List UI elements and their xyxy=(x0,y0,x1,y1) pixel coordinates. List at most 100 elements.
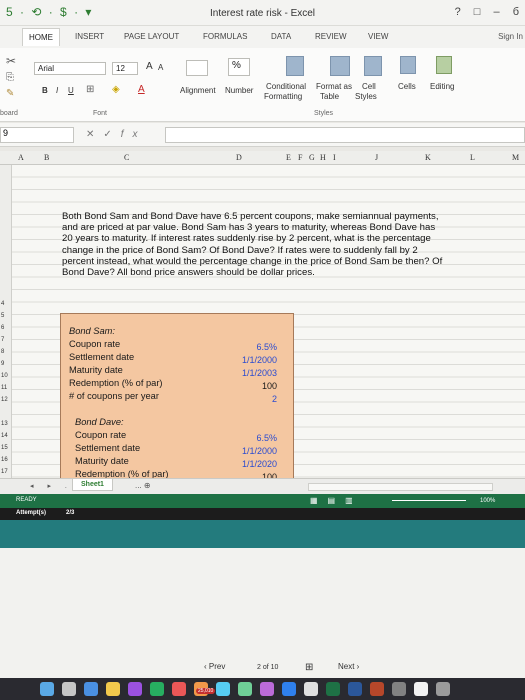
safari-icon[interactable] xyxy=(84,682,98,696)
app-icon[interactable] xyxy=(414,682,428,696)
shrink-font-button[interactable]: A xyxy=(158,63,163,72)
font-name-select[interactable]: Arial xyxy=(34,62,106,75)
column-header[interactable]: H xyxy=(320,153,326,162)
tab-insert[interactable]: INSERT xyxy=(75,32,104,41)
app-icon[interactable] xyxy=(216,682,230,696)
row-header[interactable]: 8 xyxy=(1,349,4,355)
app-icon[interactable] xyxy=(304,682,318,696)
sign-in-link[interactable]: Sign In xyxy=(498,32,523,41)
column-header[interactable]: F xyxy=(298,153,302,162)
dave-settlement-value[interactable]: 1/1/2000 xyxy=(207,446,277,456)
app-icon[interactable] xyxy=(128,682,142,696)
fill-color-icon[interactable]: ◈ xyxy=(112,84,120,95)
italic-button[interactable]: I xyxy=(56,86,58,95)
column-header[interactable]: K xyxy=(425,153,431,162)
tab-view[interactable]: VIEW xyxy=(368,32,388,41)
messages-icon[interactable] xyxy=(150,682,164,696)
row-header[interactable]: 15 xyxy=(1,445,8,451)
tab-data[interactable]: DATA xyxy=(271,32,291,41)
column-header[interactable]: I xyxy=(333,153,336,162)
zoom-slider[interactable] xyxy=(392,500,466,501)
copy-icon[interactable]: ⎘ xyxy=(6,72,14,83)
conditional-formatting-label[interactable]: Conditional xyxy=(266,82,306,91)
row-header[interactable]: 9 xyxy=(1,361,4,367)
sam-settlement-value[interactable]: 1/1/2000 xyxy=(207,355,277,365)
finder-icon[interactable] xyxy=(40,682,54,696)
add-sheet-button[interactable]: ... ⊕ xyxy=(135,481,151,490)
app-icon[interactable] xyxy=(238,682,252,696)
cut-icon[interactable]: ✂ xyxy=(6,54,16,68)
horizontal-scrollbar[interactable] xyxy=(308,483,493,491)
number-format-icon[interactable]: % xyxy=(228,58,250,76)
app-icon[interactable] xyxy=(260,682,274,696)
format-as-table-label[interactable]: Format as xyxy=(316,82,352,91)
column-header[interactable]: C xyxy=(124,153,129,162)
dave-coupon-rate-value[interactable]: 6.5% xyxy=(207,433,277,443)
column-header[interactable]: A xyxy=(18,153,24,162)
alignment-button[interactable]: Alignment xyxy=(180,86,216,95)
cells-button[interactable]: Cells xyxy=(398,82,416,91)
column-header[interactable]: B xyxy=(44,153,49,162)
trash-icon[interactable] xyxy=(436,682,450,696)
minimize-button[interactable]: – xyxy=(494,6,500,18)
fx-icon[interactable]: fx xyxy=(121,129,147,140)
dave-maturity-value[interactable]: 1/1/2020 xyxy=(207,459,277,469)
settings-icon[interactable] xyxy=(392,682,406,696)
quick-access-toolbar[interactable]: 5 · ⟲ · $ · ▾ xyxy=(6,5,93,19)
sheet-more[interactable]: ... xyxy=(135,481,142,490)
borders-icon[interactable]: ⊞ xyxy=(86,84,94,95)
row-header[interactable]: 17 xyxy=(1,469,8,475)
sam-coupon-rate-value[interactable]: 6.5% xyxy=(207,342,277,352)
ribbon-display-button[interactable]: □ xyxy=(474,6,481,18)
column-header[interactable]: D xyxy=(236,153,242,162)
row-header[interactable]: 11 xyxy=(1,385,7,391)
column-header[interactable]: L xyxy=(470,153,475,162)
next-button[interactable]: Next › xyxy=(338,662,359,671)
app-icon[interactable] xyxy=(172,682,186,696)
row-header[interactable]: 5 xyxy=(1,313,4,319)
word-icon[interactable] xyxy=(348,682,362,696)
cell-styles-label-2[interactable]: Styles xyxy=(355,92,377,101)
row-header[interactable]: 6 xyxy=(1,325,4,331)
sheet-tab-sheet1[interactable]: Sheet1 xyxy=(72,479,113,491)
zoom-level[interactable]: 100% xyxy=(480,498,495,504)
row-header[interactable]: 10 xyxy=(1,373,8,379)
plus-icon[interactable]: ⊕ xyxy=(144,481,151,490)
row-header[interactable]: 4 xyxy=(1,301,4,307)
sam-coupons-value[interactable]: 2 xyxy=(207,394,277,404)
row-header[interactable]: 16 xyxy=(1,457,8,463)
sam-maturity-value[interactable]: 1/1/2003 xyxy=(207,368,277,378)
row-header[interactable]: 13 xyxy=(1,421,8,427)
chrome-icon[interactable] xyxy=(106,682,120,696)
excel-icon[interactable] xyxy=(326,682,340,696)
column-header[interactable]: G xyxy=(309,153,315,162)
app-icon[interactable] xyxy=(282,682,296,696)
row-header[interactable]: 7 xyxy=(1,337,4,343)
tab-review[interactable]: REVIEW xyxy=(315,32,347,41)
font-color-icon[interactable]: A xyxy=(138,84,145,95)
column-header[interactable]: M xyxy=(512,153,519,162)
editing-button[interactable]: Editing xyxy=(430,82,454,91)
grow-font-button[interactable]: A xyxy=(146,61,153,72)
prev-button[interactable]: ‹ Prev xyxy=(204,662,225,671)
column-header[interactable]: E xyxy=(286,153,291,162)
launchpad-icon[interactable] xyxy=(62,682,76,696)
format-as-table-label-2[interactable]: Table xyxy=(320,92,339,101)
name-box[interactable]: 9 xyxy=(0,127,74,143)
tab-page-layout[interactable]: PAGE LAYOUT xyxy=(124,32,179,41)
column-header[interactable]: J xyxy=(375,153,378,162)
font-size-select[interactable]: 12 xyxy=(112,62,138,75)
cell-styles-label[interactable]: Cell xyxy=(362,82,376,91)
formula-input[interactable] xyxy=(165,127,525,143)
align-icon[interactable] xyxy=(186,60,208,76)
row-header[interactable]: 12 xyxy=(1,397,8,403)
bold-button[interactable]: B xyxy=(42,86,48,95)
row-header[interactable]: 14 xyxy=(1,433,8,439)
tab-home[interactable]: HOME xyxy=(22,28,60,46)
format-painter-icon[interactable]: ✎ xyxy=(6,88,14,99)
conditional-formatting-label-2[interactable]: Formatting xyxy=(264,92,302,101)
number-button[interactable]: Number xyxy=(225,86,253,95)
view-mode-icons[interactable]: ▦▤▥ xyxy=(310,496,363,505)
enter-icon[interactable]: ✓ xyxy=(103,129,120,140)
cancel-icon[interactable]: ✕ xyxy=(86,129,103,140)
